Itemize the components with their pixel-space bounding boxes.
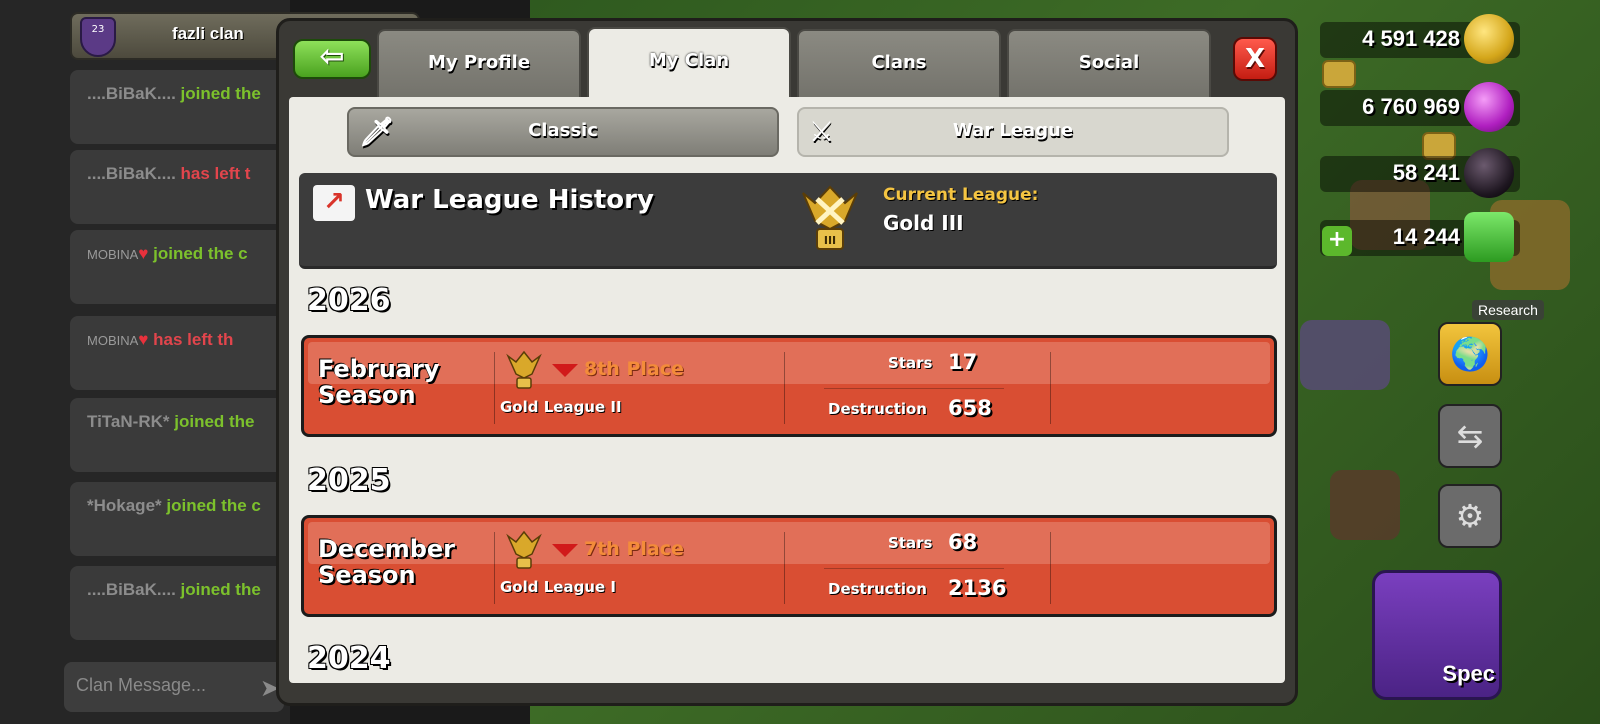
destruction-value: 658 bbox=[948, 396, 992, 420]
season-card[interactable]: December Season 7th Place Gold League I … bbox=[301, 515, 1277, 617]
heart-icon: ♥ bbox=[138, 330, 149, 349]
clan-name: fazli clan bbox=[172, 24, 244, 43]
season-card[interactable]: February Season 8th Place Gold League II… bbox=[301, 335, 1277, 437]
rank-down-arrow-icon bbox=[552, 544, 578, 557]
sword-icon: 🗡 bbox=[359, 115, 395, 148]
history-title: War League History bbox=[365, 185, 654, 215]
tab-my-profile[interactable]: My Profile bbox=[377, 29, 581, 99]
league-trophy-icon bbox=[506, 530, 542, 569]
elixir-value: 6 760 969 bbox=[1362, 94, 1460, 119]
buy-gems-button[interactable]: + bbox=[1322, 226, 1352, 256]
stat-separator bbox=[824, 568, 1004, 569]
chat-message: *Hokage* joined the c bbox=[70, 482, 300, 556]
season-name: December Season bbox=[318, 535, 456, 589]
clan-badge-icon: 23 bbox=[80, 17, 116, 57]
chat-message: ....BiBaK.... joined the bbox=[70, 70, 300, 144]
chat-action: joined the c bbox=[166, 496, 261, 515]
heart-icon: ♥ bbox=[138, 244, 149, 263]
modal-content: 🗡 Classic ⚔ War League ↗ War League Hist… bbox=[289, 97, 1285, 683]
crossed-swords-icon: ⚔ bbox=[809, 115, 835, 148]
divider bbox=[1050, 352, 1051, 424]
clan-message-input[interactable]: Clan Message... ➤ bbox=[64, 662, 284, 712]
divider bbox=[1050, 532, 1051, 604]
tab-social[interactable]: Social bbox=[1007, 29, 1211, 99]
chat-message: MOBINA♥ joined the c bbox=[70, 230, 300, 304]
year-heading: 2026 bbox=[307, 283, 391, 318]
chat-message: TiTaN-RK* joined the bbox=[70, 398, 300, 472]
card-highlight bbox=[308, 342, 1270, 384]
clan-chat-panel: 23 fazli clan ....BiBaK.... joined the .… bbox=[0, 0, 420, 724]
destruction-value: 2136 bbox=[948, 576, 1007, 600]
tab-bar: ⇦ My Profile My Clan Clans Social X bbox=[279, 21, 1295, 99]
chat-action: has left t bbox=[180, 164, 251, 183]
season-league: Gold League II bbox=[500, 398, 622, 416]
gold-storage-icon bbox=[1322, 60, 1356, 88]
season-league: Gold League I bbox=[500, 578, 616, 596]
close-button[interactable]: X bbox=[1233, 37, 1277, 81]
subtab-war-league[interactable]: ⚔ War League bbox=[797, 107, 1229, 157]
chat-user: MOBINA bbox=[87, 333, 139, 348]
gold-counter: 4 591 428 bbox=[1320, 14, 1520, 64]
elixir-counter: 6 760 969 bbox=[1320, 82, 1520, 132]
elixir-drop-icon bbox=[1464, 82, 1514, 132]
dark-elixir-counter: 58 241 bbox=[1320, 148, 1520, 198]
gem-icon bbox=[1464, 212, 1514, 262]
tab-my-clan[interactable]: My Clan bbox=[587, 27, 791, 99]
stars-value: 17 bbox=[948, 350, 978, 374]
destruction-label: Destruction bbox=[828, 580, 927, 598]
tab-clans[interactable]: Clans bbox=[797, 29, 1001, 99]
chat-action: joined the bbox=[180, 84, 261, 103]
chat-input-placeholder: Clan Message... bbox=[76, 675, 207, 695]
stars-value: 68 bbox=[948, 530, 978, 554]
chat-user: TiTaN-RK* bbox=[87, 412, 170, 431]
war-league-history-banner: ↗ War League History III Current League:… bbox=[299, 173, 1277, 269]
settings-gear-icon[interactable]: ⚙ bbox=[1438, 484, 1502, 548]
current-league-value: Gold III bbox=[883, 211, 964, 235]
chat-action: has left th bbox=[153, 330, 234, 349]
chat-user: ....BiBaK.... bbox=[87, 580, 176, 599]
stat-separator bbox=[824, 388, 1004, 389]
stars-label: Stars bbox=[888, 354, 933, 372]
divider bbox=[784, 532, 785, 604]
clan-modal: ⇦ My Profile My Clan Clans Social X 🗡 Cl… bbox=[276, 18, 1298, 706]
history-chart-icon: ↗ bbox=[313, 185, 355, 221]
move-layout-icon[interactable]: ⇆ bbox=[1438, 404, 1502, 468]
subtab-classic[interactable]: 🗡 Classic bbox=[347, 107, 779, 157]
special-offer-label: Spec bbox=[1442, 661, 1495, 686]
season-place: 8th Place bbox=[584, 358, 684, 380]
league-badge-rank: III bbox=[824, 234, 836, 247]
chat-user: *Hokage* bbox=[87, 496, 162, 515]
chat-user: MOBINA bbox=[87, 247, 139, 262]
chat-message: MOBINA♥ has left th bbox=[70, 316, 300, 390]
rank-down-arrow-icon bbox=[552, 364, 578, 377]
clan-capital-button[interactable]: 🌍 bbox=[1438, 322, 1502, 386]
season-name: February Season bbox=[318, 355, 440, 409]
league-trophy-icon bbox=[506, 350, 542, 389]
back-arrow-button[interactable]: ⇦ bbox=[293, 39, 371, 79]
chat-action: joined the bbox=[180, 580, 261, 599]
divider bbox=[494, 532, 495, 604]
season-place: 7th Place bbox=[584, 538, 684, 560]
divider bbox=[494, 352, 495, 424]
stars-label: Stars bbox=[888, 534, 933, 552]
gems-value: 14 244 bbox=[1392, 224, 1460, 249]
divider bbox=[784, 352, 785, 424]
gold-value: 4 591 428 bbox=[1362, 26, 1460, 51]
chat-user: ....BiBaK.... bbox=[87, 164, 176, 183]
special-offer-button[interactable]: Spec bbox=[1372, 570, 1502, 700]
destruction-label: Destruction bbox=[828, 400, 927, 418]
dark-elixir-value: 58 241 bbox=[1392, 160, 1460, 185]
chat-message: ....BiBaK.... joined the bbox=[70, 566, 300, 640]
current-league-label: Current League: bbox=[883, 185, 1039, 205]
year-heading: 2025 bbox=[307, 463, 391, 498]
research-label: Research bbox=[1472, 300, 1544, 320]
gold-league-badge-icon: III bbox=[802, 185, 858, 250]
chat-action: joined the bbox=[174, 412, 255, 431]
chat-user: ....BiBaK.... bbox=[87, 84, 176, 103]
year-heading: 2024 bbox=[307, 641, 391, 676]
dark-elixir-icon bbox=[1464, 148, 1514, 198]
chat-message: ....BiBaK.... has left t bbox=[70, 150, 300, 224]
chat-action: joined the c bbox=[153, 244, 248, 263]
gold-coin-icon bbox=[1464, 14, 1514, 64]
